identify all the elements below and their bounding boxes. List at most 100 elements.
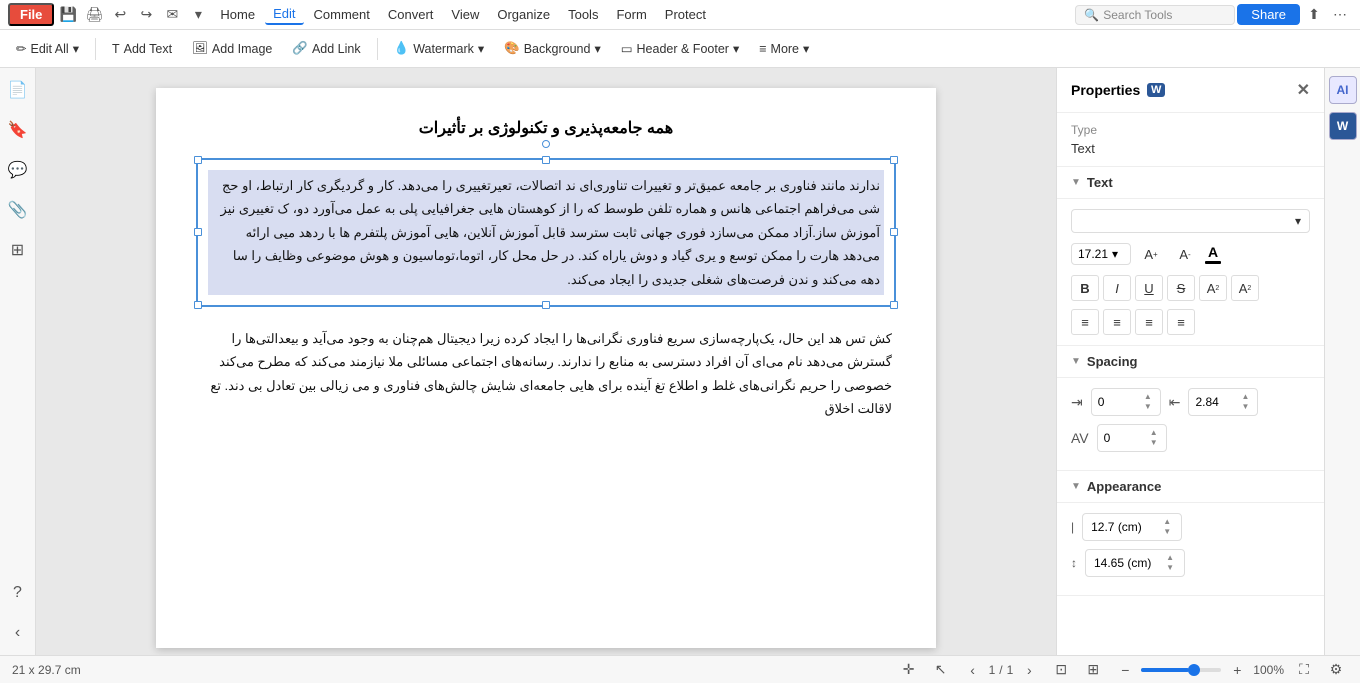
handle-middle-left[interactable] xyxy=(194,228,202,236)
spacing-left-up[interactable]: ▲ xyxy=(1142,392,1154,402)
protect-menu[interactable]: Protect xyxy=(657,5,714,24)
add-link-button[interactable]: 🔗 Add Link xyxy=(284,37,368,60)
properties-close-button[interactable]: ✕ xyxy=(1297,80,1310,100)
dropdown-icon[interactable]: ▾ xyxy=(186,3,210,27)
appearance-arrow-icon: ▼ xyxy=(1071,481,1081,492)
handle-top-middle[interactable] xyxy=(542,156,550,164)
bookmark-icon[interactable]: 🔖 xyxy=(4,116,32,144)
align-center-button[interactable]: ≡ xyxy=(1103,309,1131,335)
spacing-av-down[interactable]: ▼ xyxy=(1148,438,1160,448)
width-input[interactable]: 12.7 (cm) ▲ ▼ xyxy=(1082,513,1182,541)
prev-page-button[interactable]: ‹ xyxy=(961,658,985,682)
help-icon[interactable]: ? xyxy=(4,579,32,607)
attachment-icon[interactable]: 📎 xyxy=(4,196,32,224)
background-button[interactable]: 🎨 Background ▾ xyxy=(496,37,609,60)
underline-button[interactable]: U xyxy=(1135,275,1163,301)
spacing-av-spinner[interactable]: ▲ ▼ xyxy=(1148,428,1160,448)
edit-all-button[interactable]: ✏ Edit All ▾ xyxy=(8,37,87,60)
header-footer-button[interactable]: ▭ Header & Footer ▾ xyxy=(613,37,748,60)
watermark-button[interactable]: 💧 Watermark ▾ xyxy=(386,37,493,60)
spacing-left-down[interactable]: ▼ xyxy=(1142,402,1154,412)
edit-menu[interactable]: Edit xyxy=(265,4,303,25)
print-icon[interactable]: 🖨 xyxy=(82,3,106,27)
align-left-button[interactable]: ≡ xyxy=(1071,309,1099,335)
align-right-button[interactable]: ≡ xyxy=(1135,309,1163,335)
superscript-button[interactable]: A2 xyxy=(1199,275,1227,301)
italic-button[interactable]: I xyxy=(1103,275,1131,301)
strikethrough-button[interactable]: S xyxy=(1167,275,1195,301)
text-color-button[interactable]: A xyxy=(1205,244,1221,264)
add-image-button[interactable]: 🖼 Add Image xyxy=(184,37,280,60)
zoom-in-button[interactable]: + xyxy=(1225,658,1249,682)
collapse-left-icon[interactable]: ‹ xyxy=(4,619,32,647)
fullscreen-button[interactable]: ⛶ xyxy=(1292,658,1316,682)
layers-icon[interactable]: ⊞ xyxy=(4,236,32,264)
handle-bottom-middle[interactable] xyxy=(542,301,550,309)
more-button[interactable]: ≡ More ▾ xyxy=(751,37,817,60)
comment-icon[interactable]: 💬 xyxy=(4,156,32,184)
pointer-icon[interactable]: ↖ xyxy=(929,658,953,682)
height-down[interactable]: ▼ xyxy=(1164,563,1176,573)
bold-button[interactable]: B xyxy=(1071,275,1099,301)
word-icon-btn[interactable]: W xyxy=(1144,78,1168,102)
home-menu[interactable]: Home xyxy=(212,5,263,24)
ai-icon-btn[interactable]: AI xyxy=(1329,76,1357,104)
spacing-right-up[interactable]: ▲ xyxy=(1240,392,1252,402)
height-spinner[interactable]: ▲ ▼ xyxy=(1164,553,1176,573)
font-family-select[interactable]: ▾ xyxy=(1071,209,1310,233)
width-spinner[interactable]: ▲ ▼ xyxy=(1161,517,1173,537)
width-down[interactable]: ▼ xyxy=(1161,527,1173,537)
upload-icon[interactable]: ⬆ xyxy=(1302,3,1326,27)
height-up[interactable]: ▲ xyxy=(1164,553,1176,563)
convert-menu[interactable]: Convert xyxy=(380,5,442,24)
width-up[interactable]: ▲ xyxy=(1161,517,1173,527)
zoom-slider-thumb[interactable] xyxy=(1188,664,1200,676)
handle-middle-right[interactable] xyxy=(890,228,898,236)
decrease-font-button[interactable]: A- xyxy=(1171,241,1199,267)
appearance-section-header[interactable]: ▼ Appearance xyxy=(1057,471,1324,503)
more-menu-icon[interactable]: ⋯ xyxy=(1328,3,1352,27)
spacing-av-input[interactable]: 0 ▲ ▼ xyxy=(1097,424,1167,452)
next-page-button[interactable]: › xyxy=(1017,658,1041,682)
spacing-left-input[interactable]: 0 ▲ ▼ xyxy=(1091,388,1161,416)
cursor-icon[interactable]: ✛ xyxy=(897,658,921,682)
comment-menu[interactable]: Comment xyxy=(306,5,378,24)
fit-page-icon[interactable]: ⊞ xyxy=(1081,658,1105,682)
spacing-right-input[interactable]: 2.84 ▲ ▼ xyxy=(1188,388,1258,416)
spacing-right-down[interactable]: ▼ xyxy=(1240,402,1252,412)
add-text-button[interactable]: T Add Text xyxy=(104,38,180,60)
spacing-section-header[interactable]: ▼ Spacing xyxy=(1057,346,1324,378)
save-icon[interactable]: 💾 xyxy=(56,3,80,27)
zoom-slider[interactable] xyxy=(1141,668,1221,672)
file-menu[interactable]: File xyxy=(8,3,54,26)
selected-text-block[interactable]: ندارند مانند فناوری بر جامعه عمیق‌تر و ت… xyxy=(196,158,896,307)
fit-width-icon[interactable]: ⊡ xyxy=(1049,658,1073,682)
spacing-left-spinner[interactable]: ▲ ▼ xyxy=(1142,392,1154,412)
redo-button[interactable]: ↪ xyxy=(134,3,158,27)
form-menu[interactable]: Form xyxy=(608,5,654,24)
undo-button[interactable]: ↩ xyxy=(108,3,132,27)
search-box[interactable]: 🔍 Search Tools xyxy=(1075,5,1235,25)
spacing-right-spinner[interactable]: ▲ ▼ xyxy=(1240,392,1252,412)
handle-bottom-right[interactable] xyxy=(890,301,898,309)
view-menu[interactable]: View xyxy=(443,5,487,24)
zoom-out-button[interactable]: − xyxy=(1113,658,1137,682)
font-size-select[interactable]: 17.21 ▾ xyxy=(1071,243,1131,265)
text-section-header[interactable]: ▼ Text xyxy=(1057,167,1324,199)
increase-font-button[interactable]: A+ xyxy=(1137,241,1165,267)
handle-top-left[interactable] xyxy=(194,156,202,164)
subscript-button[interactable]: A2 xyxy=(1231,275,1259,301)
email-icon[interactable]: ✉ xyxy=(160,3,184,27)
word-icon-btn-2[interactable]: W xyxy=(1329,112,1357,140)
tools-menu[interactable]: Tools xyxy=(560,5,606,24)
settings-icon[interactable]: ⚙ xyxy=(1324,658,1348,682)
organize-menu[interactable]: Organize xyxy=(489,5,558,24)
handle-bottom-left[interactable] xyxy=(194,301,202,309)
align-justify-button[interactable]: ≡ xyxy=(1167,309,1195,335)
rotate-handle[interactable] xyxy=(542,140,550,148)
height-input[interactable]: 14.65 (cm) ▲ ▼ xyxy=(1085,549,1185,577)
handle-top-right[interactable] xyxy=(890,156,898,164)
share-button[interactable]: Share xyxy=(1237,4,1300,25)
spacing-av-up[interactable]: ▲ xyxy=(1148,428,1160,438)
page-thumbnail-icon[interactable]: 📄 xyxy=(4,76,32,104)
